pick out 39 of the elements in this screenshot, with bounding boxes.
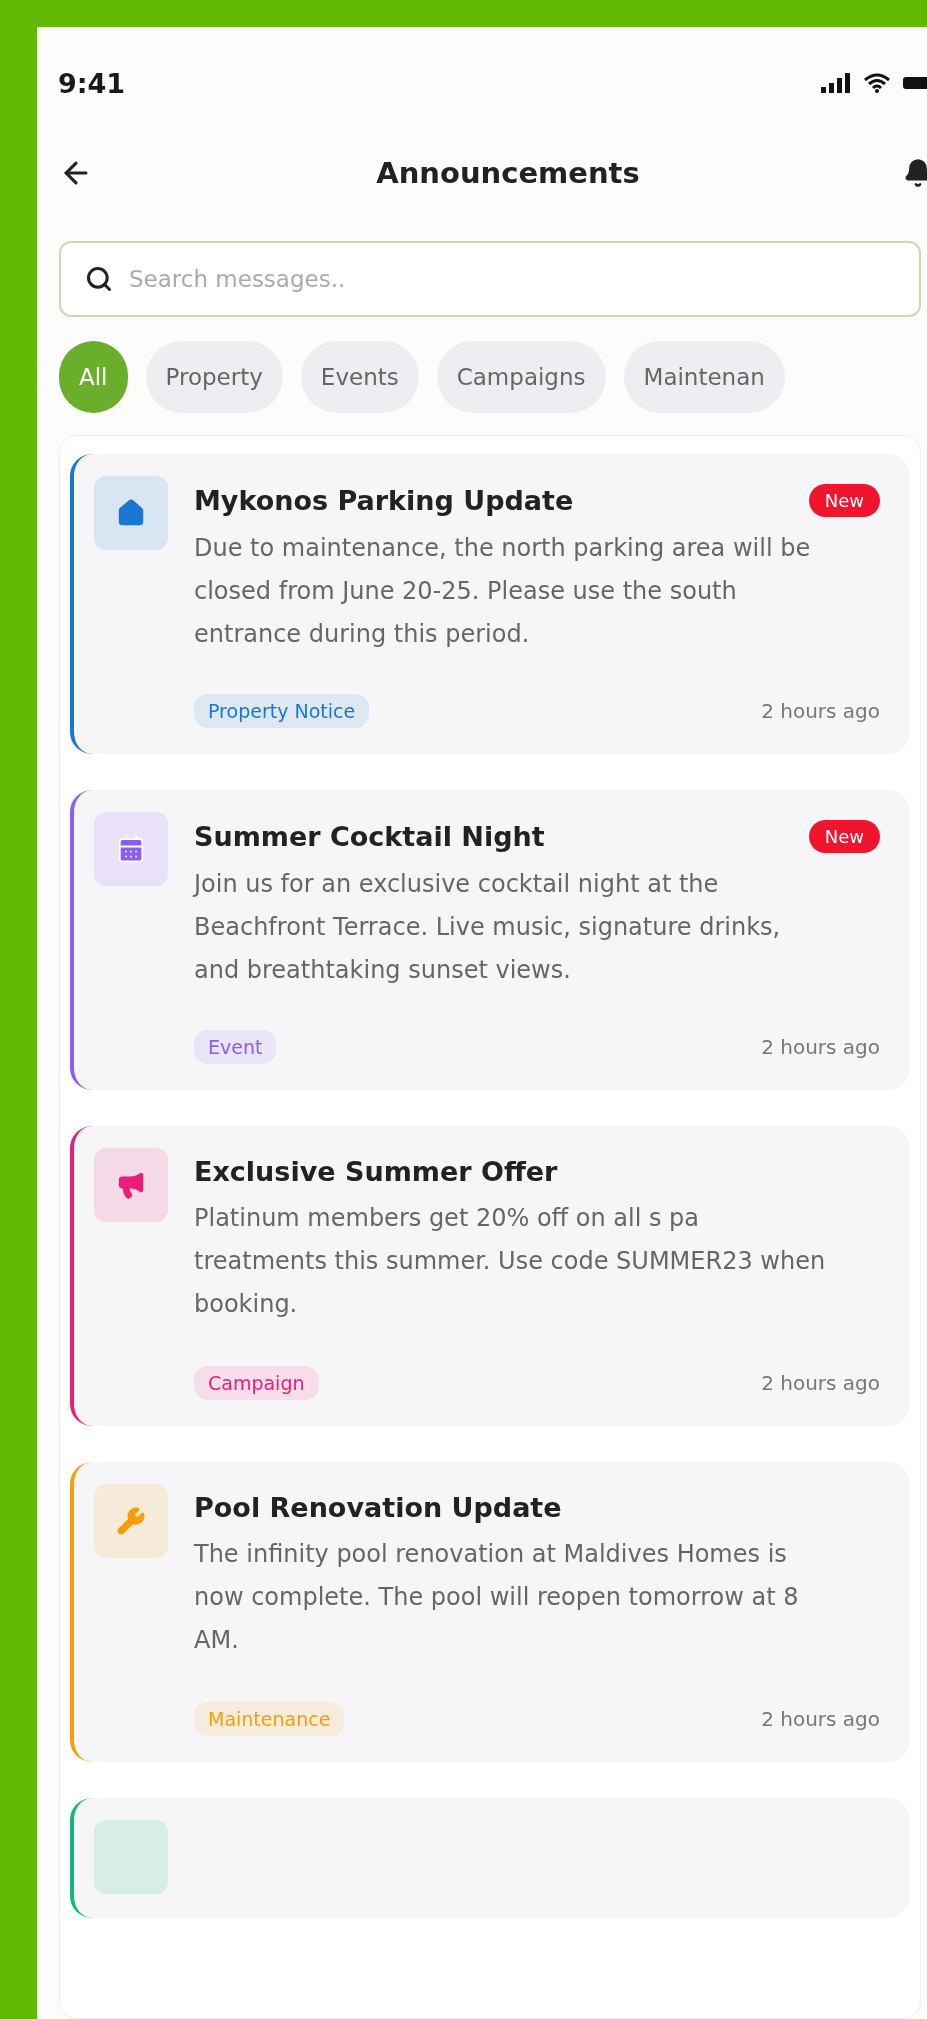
search-icon [85,265,113,293]
filter-chip[interactable]: Property [145,341,283,413]
category-icon [94,1148,168,1222]
filter-chip[interactable]: All [59,341,128,413]
page-title: Announcements [376,156,640,190]
category-icon [94,1484,168,1558]
battery-icon [903,75,927,91]
notifications-button[interactable] [903,158,927,188]
announcement-card[interactable]: Mykonos Parking Update New Due to maintenance, the north parking area will be closed from June 20-25. Please use the south entrance during this period. Property Notice 2 hours ago [70,454,910,754]
category-tag: Event [194,1030,277,1064]
wifi-icon [863,73,891,93]
announcement-title: Mykonos Parking Update [194,485,574,516]
announcement-text: Join us for an exclusive cocktail night at the Beachfront Terrace. Live music, signature drinks, and breathtaking sunset views. [194,869,782,986]
filter-chip[interactable]: Events [300,341,419,413]
announcement-title: Pool Renovation Update [194,1492,562,1523]
time-ago: 2 hours ago [761,699,880,723]
announcement-text: Platinum members get 20% off on all s pa treatments this summer. Use code SUMMER23 when booking. [194,1203,827,1320]
signal-icon [821,73,851,93]
announcement-card[interactable]: Pool Renovation Update The infinity pool renovation at Maldives Homes is now complete. The pool will reopen tomorrow at 8 AM. Maintenance 2 hours ago [70,1462,910,1762]
time-ago: 2 hours ago [761,1371,880,1395]
status-time: 9:41 [58,67,126,99]
category-tag: Property Notice [194,694,370,728]
filter-chip[interactable]: Maintenan [623,341,785,413]
time-ago: 2 hours ago [761,1707,880,1731]
category-icon [94,812,168,886]
announcement-title: Summer Cocktail Night [194,821,545,852]
time-ago: 2 hours ago [761,1035,880,1059]
announcement-card[interactable]: Exclusive Summer Offer Platinum members get 20% off on all s pa treatments this summer. Use code SUMMER23 when booking. Campaign 2 hours ago [70,1126,910,1426]
category-tag: Maintenance [194,1702,345,1736]
new-badge: New [808,820,880,853]
filter-chip[interactable]: Campaigns [436,341,606,413]
announcement-text: Due to maintenance, the north parking area will be closed from June 20-25. Please use the south entrance during this period. [194,533,812,650]
announcement-text: The infinity pool renovation at Maldives Homes is now complete. The pool will reopen tomorrow at 8 AM. [194,1539,800,1656]
announcement-title: Exclusive Summer Offer [194,1156,558,1187]
search-field[interactable]: Search messages.. [59,241,921,317]
category-tag: Campaign [194,1366,319,1400]
new-badge: New [808,484,880,517]
announcement-card[interactable]: Summer Cocktail Night New Join us for an exclusive cocktail night at the Beachfront Terrace. Live music, signature drinks, and breathtaking sunset views. Event 2 hours ago [70,790,910,1090]
category-icon [94,476,168,550]
